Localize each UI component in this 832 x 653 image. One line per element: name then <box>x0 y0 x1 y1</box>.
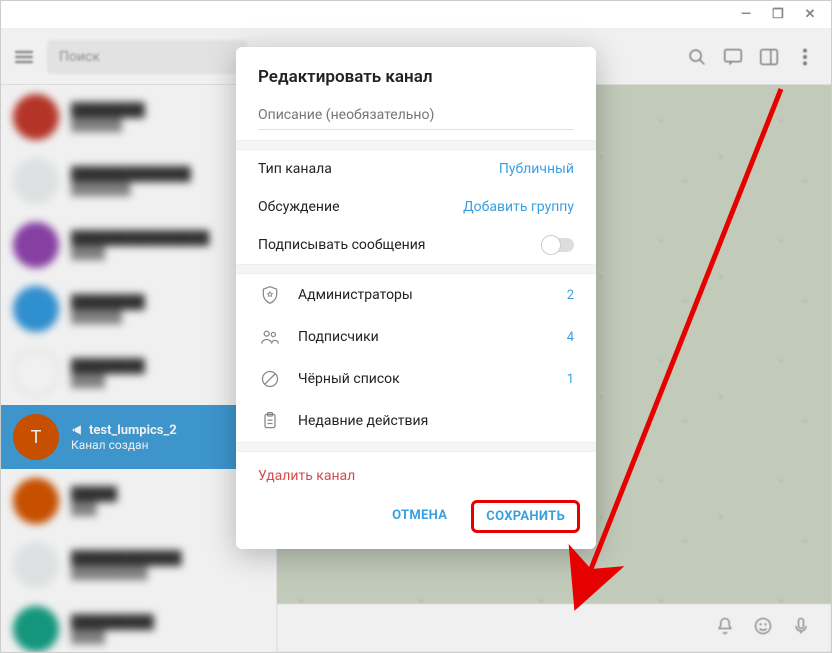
admins-label: Администраторы <box>298 287 567 303</box>
sign-messages-label: Подписывать сообщения <box>258 237 542 253</box>
subscribers-count: 4 <box>567 330 574 345</box>
description-input[interactable] <box>258 103 574 130</box>
modal-title: Редактировать канал <box>236 47 596 101</box>
discussion-value: Добавить группу <box>463 199 574 215</box>
admins-row[interactable]: Администраторы 2 <box>236 274 596 316</box>
recent-actions-label: Недавние действия <box>298 413 574 429</box>
channel-type-label: Тип канала <box>258 161 499 177</box>
sign-toggle[interactable] <box>542 238 574 252</box>
delete-channel-button[interactable]: Удалить канал <box>236 452 596 488</box>
sign-messages-row[interactable]: Подписывать сообщения <box>236 226 596 264</box>
edit-channel-modal: Редактировать канал Тип канала Публичный… <box>236 47 596 549</box>
discussion-label: Обсуждение <box>258 199 463 215</box>
discussion-row[interactable]: Обсуждение Добавить группу <box>236 188 596 226</box>
admins-count: 2 <box>567 288 574 303</box>
subscribers-row[interactable]: Подписчики 4 <box>236 316 596 358</box>
restore-button[interactable]: ❐ <box>771 7 785 22</box>
recent-actions-row[interactable]: Недавние действия <box>236 400 596 442</box>
cancel-button[interactable]: ОТМЕНА <box>378 500 461 533</box>
blacklist-label: Чёрный список <box>298 371 567 387</box>
channel-type-value: Публичный <box>499 161 574 177</box>
save-button[interactable]: СОХРАНИТЬ <box>471 500 580 533</box>
clipboard-icon <box>258 411 282 431</box>
subscribers-label: Подписчики <box>298 329 567 345</box>
close-window-button[interactable]: ✕ <box>803 7 817 22</box>
channel-type-row[interactable]: Тип канала Публичный <box>236 150 596 188</box>
minimize-button[interactable]: — <box>739 7 753 22</box>
blacklist-row[interactable]: Чёрный список 1 <box>236 358 596 400</box>
users-icon <box>258 327 282 347</box>
blacklist-count: 1 <box>567 372 574 387</box>
window-titlebar: — ❐ ✕ <box>1 1 831 29</box>
star-shield-icon <box>258 285 282 305</box>
block-icon <box>258 369 282 389</box>
modal-overlay[interactable]: Редактировать канал Тип канала Публичный… <box>1 29 831 652</box>
